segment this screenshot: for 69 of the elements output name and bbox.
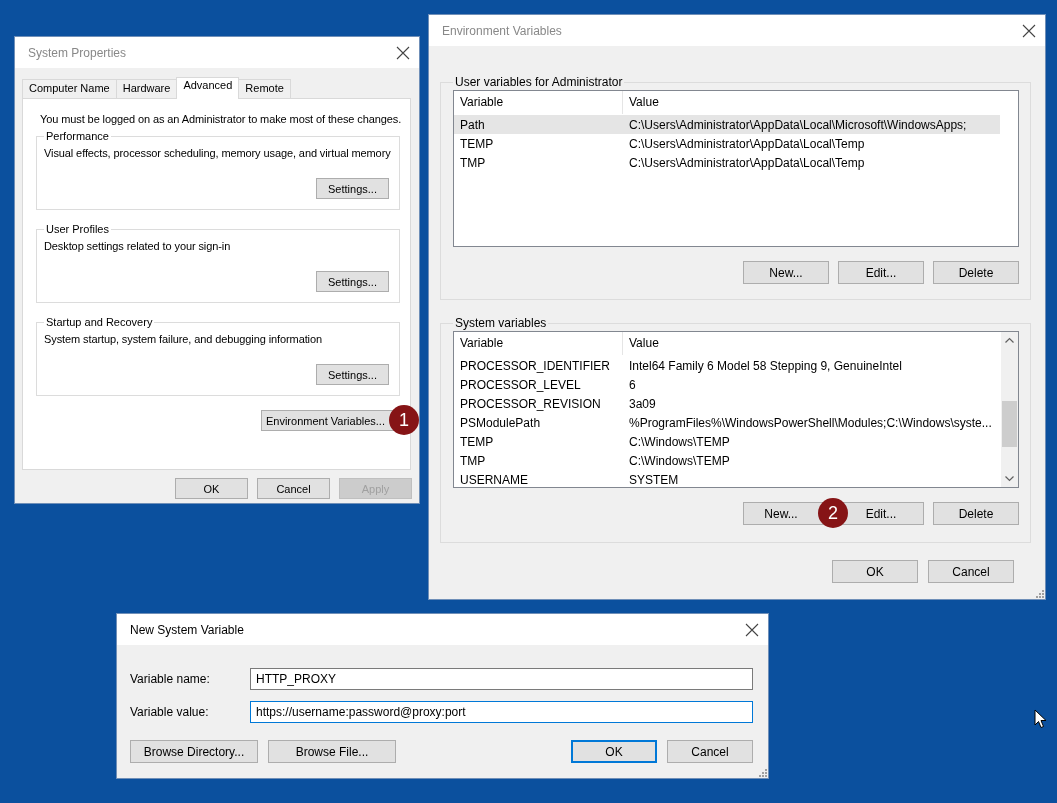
dialog-button[interactable]: OK [175, 478, 248, 499]
table-cell-text: C:\Users\Administrator\AppData\Local\Temp [628, 155, 866, 170]
group-title: User Profiles [45, 223, 110, 235]
column-header[interactable]: Variable [454, 332, 623, 355]
dialog-button[interactable]: Delete [933, 502, 1019, 525]
input-field[interactable]: https://username:password@proxy:port [250, 701, 753, 723]
table-cell-text: 3a09 [628, 396, 657, 411]
table-cell-text: TMP [459, 155, 487, 170]
group-title: System variables [454, 316, 548, 330]
scroll-thumb[interactable] [1002, 401, 1017, 447]
step-badge: 2 [818, 498, 848, 528]
group-description: Desktop settings related to your sign-in [44, 240, 232, 252]
dialog-button[interactable]: New... [743, 261, 829, 284]
table-cell-text: Path [459, 117, 486, 132]
mouse-pointer-icon [1034, 709, 1047, 729]
scrollbar[interactable] [1001, 332, 1018, 487]
table-cell-text: Intel64 Family 6 Model 58 Stepping 9, GenuineIntel [628, 358, 903, 373]
tab[interactable]: Computer Name [22, 79, 117, 98]
field-label: Variable value: [130, 705, 210, 719]
group-title: Startup and Recovery [45, 316, 154, 328]
resize-grip-icon[interactable] [757, 767, 767, 777]
tab[interactable]: Advanced [176, 77, 240, 99]
table-cell-text: PSModulePath [459, 415, 542, 430]
dialog-button[interactable]: Edit... [838, 261, 924, 284]
dialog-button[interactable]: Cancel [928, 560, 1014, 583]
dialog-button[interactable]: Browse Directory... [130, 740, 258, 763]
group-description: System startup, system failure, and debugging information [44, 333, 323, 345]
close-icon[interactable] [396, 45, 410, 60]
window-title: System Properties [28, 45, 127, 60]
table-cell-text: USERNAME [459, 472, 529, 487]
group-description: Visual effects, processor scheduling, memory usage, and virtual memory [44, 147, 389, 159]
table-cell-text: TMP [459, 453, 487, 468]
step-badge: 1 [389, 405, 419, 435]
dialog-button[interactable]: Browse File... [268, 740, 396, 763]
table-cell-text: C:\Windows\TEMP [628, 453, 731, 468]
close-icon[interactable] [1022, 23, 1036, 38]
window-title: Environment Variables [442, 23, 562, 38]
settings-button[interactable]: Settings... [316, 364, 389, 385]
table-cell-text: TEMP [459, 136, 495, 151]
column-header[interactable]: Value [623, 332, 1001, 355]
table-cell-text: TEMP [459, 434, 495, 449]
column-header[interactable]: Variable [454, 91, 623, 114]
selected-row[interactable]: Path C:\Users\Administrator\AppData\Local\Microsoft\WindowsApps; [454, 115, 1000, 134]
tab[interactable]: Remote [238, 79, 291, 98]
table-cell-text: PROCESSOR_LEVEL [459, 377, 582, 392]
group-title: User variables for Administrator [454, 75, 624, 89]
table-cell-text: PROCESSOR_REVISION [459, 396, 602, 411]
dialog-button[interactable]: Cancel [667, 740, 753, 763]
resize-grip-icon[interactable] [1034, 588, 1044, 598]
notice-text: You must be logged on as an Administrator to make most of these changes. [40, 113, 400, 125]
column-header[interactable]: Value [623, 91, 1000, 114]
dialog-button[interactable]: Cancel [257, 478, 330, 499]
settings-button[interactable]: Settings... [316, 178, 389, 199]
dialog-button[interactable]: OK [832, 560, 918, 583]
dialog-button[interactable]: Delete [933, 261, 1019, 284]
table-cell-text: %ProgramFiles%\WindowsPowerShell\Modules;C:\Windows\syste... [628, 415, 993, 430]
table-cell-text: C:\Windows\TEMP [628, 434, 731, 449]
table-cell-text: C:\Users\Administrator\AppData\Local\Temp [628, 136, 866, 151]
input-field[interactable]: HTTP_PROXY [250, 668, 753, 690]
settings-button[interactable]: Settings... [316, 271, 389, 292]
table-cell-text: C:\Users\Administrator\AppData\Local\Microsoft\WindowsApps; [628, 117, 968, 132]
field-label: Variable name: [130, 672, 211, 686]
table-cell-text: SYSTEM [628, 472, 680, 487]
window-title: New System Variable [130, 622, 244, 637]
dialog-button[interactable]: OK [571, 740, 657, 763]
group-title: Performance [45, 130, 110, 142]
table-cell-text: PROCESSOR_IDENTIFIER [459, 358, 612, 373]
close-icon[interactable] [745, 622, 759, 637]
table-cell-text: 6 [628, 377, 637, 392]
